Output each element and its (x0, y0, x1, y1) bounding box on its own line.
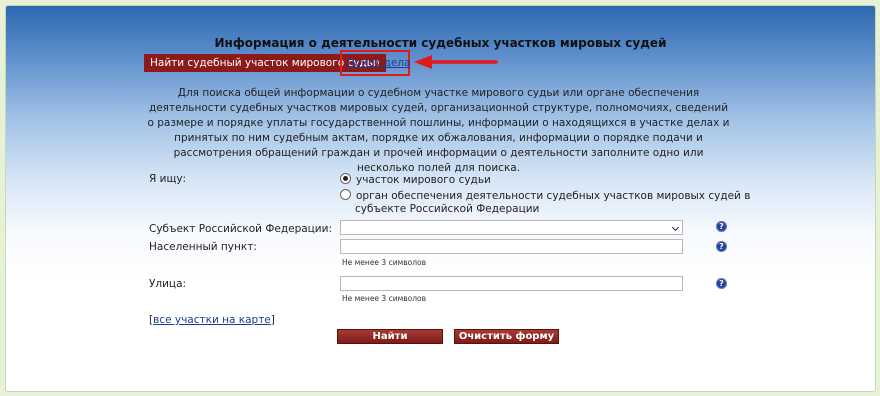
radio-court-section[interactable]: участок мирового судьи (340, 173, 491, 186)
radio-support-body-label-cont: субъекте Российской Федерации (355, 203, 540, 215)
city-label: Населенный пункт: (149, 241, 257, 253)
map-link-bracket-close: ] (270, 314, 275, 326)
radio-support-body-label: орган обеспечения деятельности судебных … (356, 190, 751, 202)
clear-form-button[interactable]: Очистить форму (454, 329, 559, 344)
radio-court-section-label: участок мирового судьи (356, 174, 491, 186)
page-frame: Информация о деятельности судебных участ… (5, 5, 876, 392)
search-description: Для поиска общей информации о судебном у… (147, 87, 730, 174)
city-input[interactable] (340, 239, 683, 254)
question-icon[interactable]: ? (716, 221, 727, 232)
question-icon[interactable]: ? (716, 278, 727, 289)
street-hint: Не менее 3 символов (342, 294, 427, 303)
subject-select[interactable] (340, 220, 683, 235)
street-input[interactable] (340, 276, 683, 291)
all-sections-map-link[interactable]: все участки на карте (153, 314, 271, 326)
subject-label: Субъект Российской Федерации: (149, 223, 332, 235)
page-title: Информация о деятельности судебных участ… (214, 36, 667, 50)
street-label: Улица: (149, 278, 187, 290)
arrow-left-icon (414, 55, 498, 69)
city-hint: Не менее 3 символов (342, 258, 427, 267)
find-button[interactable]: Найти (337, 329, 443, 344)
radio-support-body[interactable]: орган обеспечения деятельности судебных … (340, 189, 750, 202)
tab-case-search[interactable]: Поиск дела (347, 57, 410, 69)
map-link-container: [все участки на карте] (149, 314, 275, 326)
search-type-label: Я ищу: (149, 173, 187, 185)
radio-checked-icon[interactable] (340, 173, 351, 184)
question-icon[interactable]: ? (716, 241, 727, 252)
radio-unchecked-icon[interactable] (340, 189, 351, 200)
